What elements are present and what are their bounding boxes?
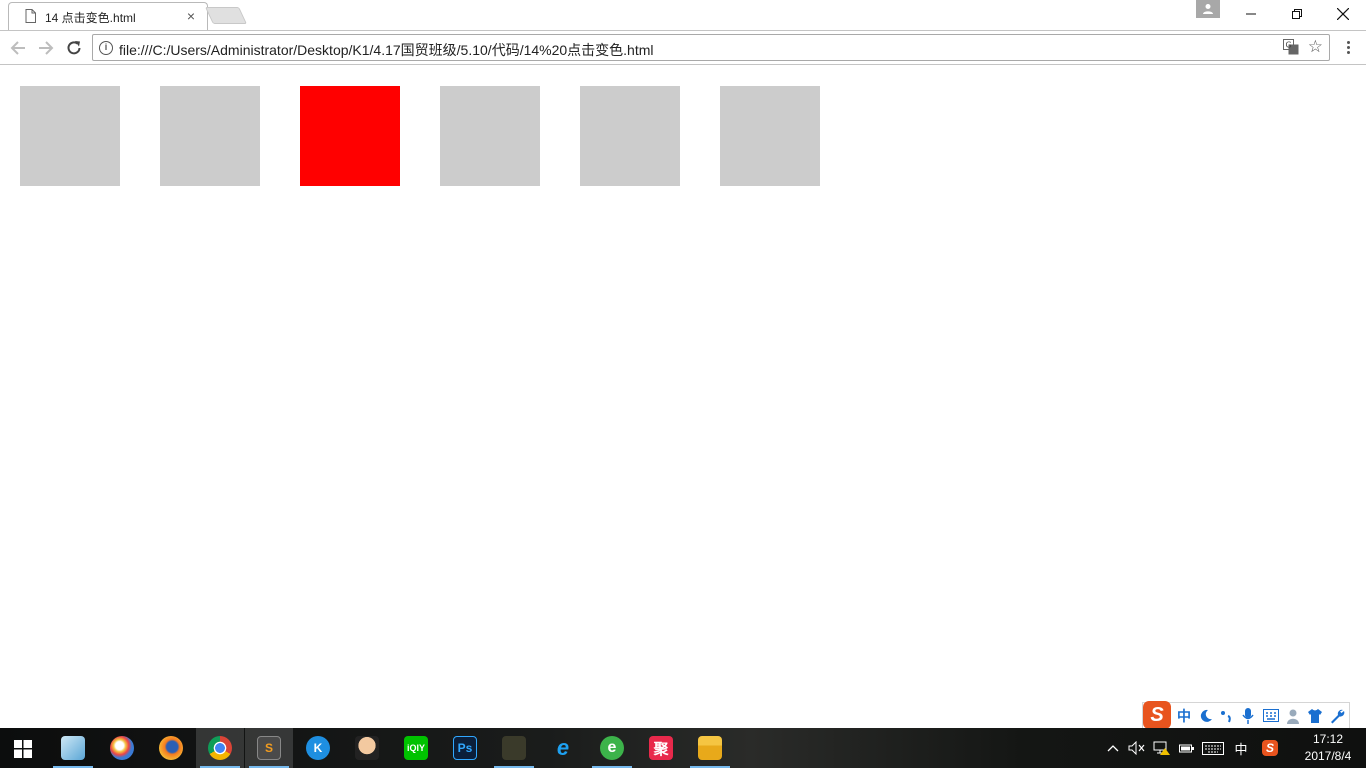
taskbar-app-green-browser[interactable]: e bbox=[588, 728, 636, 768]
wrench-icon[interactable] bbox=[1329, 708, 1345, 724]
close-icon bbox=[1337, 8, 1349, 20]
kugou-icon: K bbox=[306, 736, 330, 760]
browser-menu-icon[interactable] bbox=[1340, 39, 1356, 59]
taskbar-app-firefox[interactable] bbox=[147, 728, 195, 768]
document-icon bbox=[25, 9, 36, 23]
taskbar-app-sublime[interactable]: S bbox=[245, 728, 293, 768]
forward-arrow-icon bbox=[39, 41, 54, 55]
forward-button[interactable] bbox=[35, 37, 57, 59]
sogou-logo-icon[interactable]: S bbox=[1143, 701, 1171, 729]
sublime-icon: S bbox=[257, 736, 281, 760]
iqiyi-icon: iQIY bbox=[404, 736, 428, 760]
browser-toolbar: i file:///C:/Users/Administrator/Desktop… bbox=[0, 30, 1366, 65]
clock[interactable]: 17:12 2017/8/4 bbox=[1296, 731, 1360, 765]
notepad-icon bbox=[61, 736, 85, 760]
taskbar-app-notepad[interactable] bbox=[49, 728, 97, 768]
tab-strip: 14 点击变色.html × bbox=[0, 0, 1366, 30]
photoshop-icon: Ps bbox=[453, 736, 477, 760]
color-box[interactable] bbox=[300, 86, 400, 186]
color-box[interactable] bbox=[20, 86, 120, 186]
taskbar-app-avatar-app[interactable] bbox=[343, 728, 391, 768]
taskbar-app-ie[interactable]: e bbox=[539, 728, 587, 768]
svg-text:G: G bbox=[1286, 41, 1292, 50]
network-warning-icon[interactable] bbox=[1150, 728, 1174, 768]
camera-app-icon bbox=[502, 736, 526, 760]
moon-icon[interactable] bbox=[1199, 709, 1213, 723]
file-explorer-icon bbox=[698, 736, 722, 760]
skin-icon[interactable] bbox=[1307, 708, 1323, 724]
taskbar-app-file-explorer[interactable] bbox=[686, 728, 734, 768]
bookmark-star-icon[interactable]: ☆ bbox=[1308, 37, 1323, 57]
taskbar-app-ju-app[interactable]: 聚 bbox=[637, 728, 685, 768]
taskbar-app-photoshop[interactable]: Ps bbox=[441, 728, 489, 768]
reload-button[interactable] bbox=[63, 37, 85, 59]
back-arrow-icon bbox=[10, 41, 25, 55]
mic-icon[interactable] bbox=[1241, 708, 1255, 724]
clock-time: 17:12 bbox=[1312, 732, 1344, 746]
reload-icon bbox=[67, 41, 81, 55]
tray-ime-mode[interactable]: 中 bbox=[1230, 728, 1252, 768]
ime-mode-toggle[interactable]: 中 bbox=[1175, 707, 1193, 725]
avatar-app-icon bbox=[355, 736, 379, 760]
close-window-button[interactable] bbox=[1320, 0, 1366, 28]
taskbar-app-chrome[interactable] bbox=[196, 728, 244, 768]
translate-icon[interactable]: G bbox=[1283, 39, 1299, 55]
volume-muted-icon[interactable] bbox=[1126, 728, 1148, 768]
address-bar[interactable]: i file:///C:/Users/Administrator/Desktop… bbox=[92, 34, 1330, 61]
green-browser-icon: e bbox=[600, 736, 624, 760]
keyboard-icon[interactable] bbox=[1263, 709, 1279, 722]
clock-date: 2017/8/4 bbox=[1304, 749, 1352, 763]
page-content bbox=[0, 66, 1366, 728]
chrome-icon bbox=[208, 736, 232, 760]
battery-icon[interactable] bbox=[1176, 728, 1198, 768]
color-box[interactable] bbox=[580, 86, 680, 186]
paint-icon bbox=[110, 736, 134, 760]
restore-icon bbox=[1292, 9, 1302, 19]
windows-start-icon[interactable] bbox=[14, 740, 32, 758]
punctuation-icon[interactable] bbox=[1219, 709, 1233, 723]
ju-app-icon: 聚 bbox=[649, 736, 673, 760]
firefox-icon bbox=[159, 736, 183, 760]
browser-tab[interactable]: 14 点击变色.html × bbox=[8, 2, 208, 30]
url-text[interactable]: file:///C:/Users/Administrator/Desktop/K… bbox=[119, 40, 654, 60]
restore-button[interactable] bbox=[1274, 0, 1320, 28]
taskbar-app-kugou[interactable]: K bbox=[294, 728, 342, 768]
person-icon bbox=[1203, 4, 1213, 14]
color-box[interactable] bbox=[440, 86, 540, 186]
back-button[interactable] bbox=[7, 37, 29, 59]
tray-sogou-logo: S bbox=[1262, 740, 1278, 756]
tab-title: 14 点击变色.html bbox=[45, 11, 136, 25]
info-icon[interactable]: i bbox=[99, 41, 113, 55]
chevron-up-icon bbox=[1107, 745, 1119, 752]
taskbar: 中 S 17:12 2017/8/4 S KiQIY Ps e e 聚 bbox=[0, 728, 1366, 768]
tab-close-icon[interactable]: × bbox=[183, 8, 199, 24]
taskbar-app-paint[interactable] bbox=[98, 728, 146, 768]
color-box[interactable] bbox=[160, 86, 260, 186]
tray-sogou-icon[interactable]: S bbox=[1258, 728, 1282, 768]
show-hidden-icons[interactable] bbox=[1104, 728, 1122, 768]
minimize-icon bbox=[1246, 13, 1256, 15]
color-box[interactable] bbox=[720, 86, 820, 186]
new-tab-button[interactable] bbox=[205, 7, 247, 24]
profile-button[interactable] bbox=[1196, 0, 1220, 18]
user-icon[interactable] bbox=[1287, 708, 1303, 724]
taskbar-app-camera-app[interactable] bbox=[490, 728, 538, 768]
taskbar-app-iqiyi[interactable]: iQIY bbox=[392, 728, 440, 768]
minimize-button[interactable] bbox=[1228, 0, 1274, 28]
touch-keyboard-icon[interactable] bbox=[1200, 728, 1226, 768]
ime-toolbar: S 中 bbox=[1142, 701, 1350, 729]
ie-icon: e bbox=[556, 735, 570, 760]
